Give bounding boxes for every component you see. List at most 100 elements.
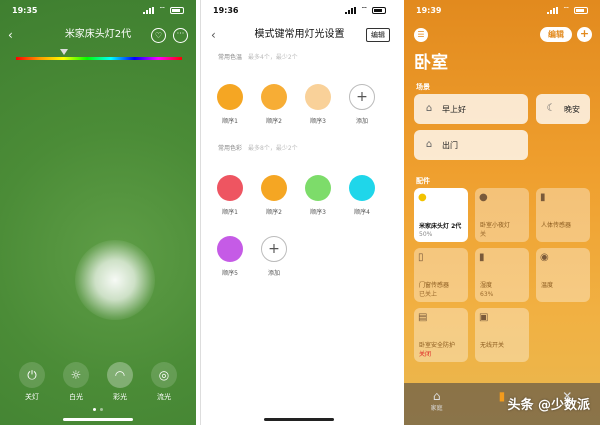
status-bar: 19:36 ⌔ — [201, 0, 398, 20]
security-icon: ▤ — [418, 312, 428, 323]
status-time: 19:36 — [213, 5, 239, 15]
scene-name: 早上好 — [442, 104, 466, 114]
light-glow-indicator — [75, 240, 155, 320]
accessory-tile[interactable]: ● 卧室小夜灯关 — [475, 188, 529, 242]
accessory-tile[interactable]: ▮ 湿度 63% — [475, 248, 529, 302]
mode-button[interactable]: ◎ 流光 — [144, 362, 184, 402]
battery-icon — [372, 6, 386, 14]
color-swatch[interactable]: 顺序2 — [261, 175, 287, 216]
tab-icon: ▮ — [498, 389, 506, 403]
accessory-tile[interactable]: ▣ 无线开关 — [475, 308, 529, 362]
power-icon: ⏻ — [19, 362, 45, 388]
edit-button[interactable]: 编辑 — [366, 28, 390, 42]
accessory-name: 无线开关 — [480, 342, 505, 349]
mode-button[interactable]: ☼ 白光 — [56, 362, 96, 402]
scene-button[interactable]: ⌂ 出门 — [414, 130, 528, 160]
color-slider-track[interactable] — [16, 57, 182, 60]
battery-icon — [170, 6, 184, 14]
status-icons: ⌔ — [345, 5, 386, 15]
page-indicator — [0, 408, 196, 411]
plus-icon: + — [349, 84, 375, 110]
section-title: 常用色彩 — [218, 145, 243, 152]
bulb-icon: ● — [479, 192, 488, 203]
page-dot — [93, 408, 96, 411]
color-swatch[interactable]: 顺序5 — [217, 236, 243, 277]
swatch-circle — [261, 84, 287, 110]
accessory-status: 关 — [480, 231, 487, 238]
battery-icon — [574, 6, 588, 14]
color-swatch[interactable]: 顺序4 — [349, 175, 375, 216]
accessory-name: 卧室小夜灯 — [480, 222, 511, 229]
home-indicator — [264, 418, 334, 421]
color-row-1: 顺序1 顺序2 顺序3 顺序4 — [217, 175, 375, 216]
swatch-label: 顺序5 — [222, 270, 238, 277]
phone-home-app: 19:39 ⌔ ☰ 编辑 + 卧室 场景 ⌂ 早上好 ☾ 晚安 ⌂ 出门 配件 ● 米家床头… — [404, 0, 600, 425]
section-color-temp: 常用色温 最多4个，最少2个 — [218, 52, 298, 61]
accessory-status: 已关上 — [419, 291, 438, 298]
mode-label: 彩光 — [113, 393, 127, 401]
accessory-name: 温度 — [541, 282, 554, 289]
accessory-tile[interactable]: ▮ 人体传感器 — [536, 188, 590, 242]
room-title: 卧室 — [414, 53, 448, 73]
color-swatch[interactable]: 顺序1 — [217, 84, 243, 125]
wifi-icon: ⌔ — [158, 5, 166, 14]
scene-button[interactable]: ☾ 晚安 — [536, 94, 590, 124]
wifi-icon: ⌔ — [360, 5, 368, 14]
sensor-icon: ▮ — [540, 192, 546, 203]
mode-button[interactable]: ◠ 彩光 — [100, 362, 140, 402]
menu-list-icon[interactable]: ☰ — [414, 28, 428, 42]
accessory-status: 关闭 — [419, 351, 432, 358]
mode-bar: ⏻ 关灯 ☼ 白光 ◠ 彩光 ◎ 流光 — [0, 362, 196, 402]
morning-home-icon: ⌂ — [425, 103, 433, 114]
accessory-tile[interactable]: ▯ 门窗传感器 已关上 — [414, 248, 468, 302]
color-swatch[interactable]: 顺序3 — [305, 84, 331, 125]
accessory-status: 63% — [480, 291, 494, 298]
add-color-button[interactable]: + 添加 — [349, 84, 375, 125]
color-slider-handle[interactable] — [60, 49, 68, 55]
status-bar: 19:39 ⌔ — [404, 0, 600, 20]
wifi-icon: ⌔ — [562, 5, 570, 14]
swatch-label: 顺序1 — [222, 118, 238, 125]
swatch-circle — [305, 175, 331, 201]
mode-label: 流光 — [157, 393, 171, 401]
color-swatch[interactable]: 顺序3 — [305, 175, 331, 216]
favorite-heart-icon[interactable]: ♡ — [151, 28, 166, 43]
page-dot — [100, 408, 103, 411]
tab-item[interactable]: ⌂ 家庭 — [417, 389, 457, 412]
accessory-tile[interactable]: ◉ 温度 — [536, 248, 590, 302]
accessory-name: 卧室安全防护 — [419, 342, 456, 349]
watermark: 头条 @少数派 — [507, 394, 590, 413]
mode-label: 关灯 — [25, 393, 39, 401]
section-hint: 最多8个，最少2个 — [248, 145, 298, 152]
tab-label: 家庭 — [430, 405, 443, 412]
swatch-circle — [305, 84, 331, 110]
swatch-label: 顺序2 — [266, 209, 282, 216]
signal-icon — [345, 6, 357, 14]
scene-name: 出门 — [442, 140, 458, 150]
mode-button[interactable]: ⏻ 关灯 — [12, 362, 52, 402]
accessory-tile[interactable]: ● 米家床头灯 2代 50% — [414, 188, 468, 242]
accessory-name: 湿度 — [480, 282, 493, 289]
swatch-label: 添加 — [355, 118, 368, 125]
color-swatch[interactable]: 顺序2 — [261, 84, 287, 125]
section-title: 常用色温 — [218, 54, 243, 61]
color-temp-row: 顺序1 顺序2 顺序3 + 添加 — [217, 84, 375, 125]
edit-button[interactable]: 编辑 — [540, 27, 572, 42]
swatch-label: 顺序3 — [310, 209, 326, 216]
more-options-icon[interactable]: ··· — [173, 28, 188, 43]
signal-icon — [547, 6, 559, 14]
color-swatch[interactable]: 顺序1 — [217, 175, 243, 216]
accessory-tile[interactable]: ▤ 卧室安全防护 关闭 — [414, 308, 468, 362]
swatch-label: 顺序2 — [266, 118, 282, 125]
add-color-button[interactable]: + 添加 — [261, 236, 287, 277]
swatch-label: 添加 — [267, 270, 280, 277]
sun-icon: ☼ — [63, 362, 89, 388]
scene-button[interactable]: ⌂ 早上好 — [414, 94, 528, 124]
swatch-circle — [217, 175, 243, 201]
status-icons: ⌔ — [143, 5, 184, 15]
add-icon[interactable]: + — [577, 27, 592, 42]
home-indicator — [63, 418, 133, 421]
status-time: 19:39 — [416, 5, 442, 15]
flow-icon: ◎ — [151, 362, 177, 388]
status-icons: ⌔ — [547, 5, 588, 15]
